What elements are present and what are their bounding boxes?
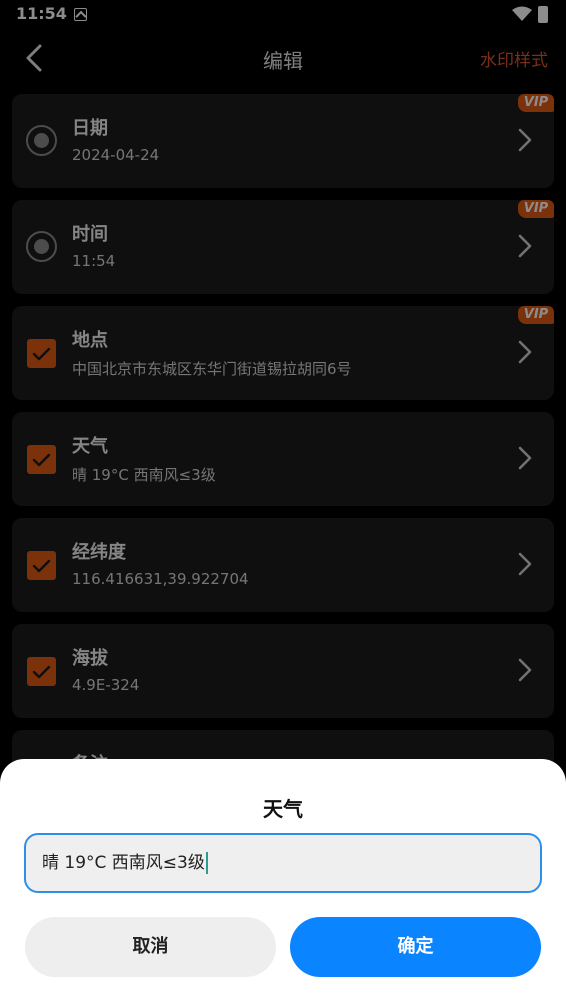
cancel-button[interactable]: 取消 — [25, 917, 276, 977]
input-value: 晴 19°C 西南风≤3级 — [42, 853, 205, 873]
text-caret — [205, 852, 208, 874]
dialog-title: 天气 — [263, 797, 303, 821]
confirm-button[interactable]: 确定 — [290, 917, 541, 977]
weather-input[interactable]: 晴 19°C 西南风≤3级 — [24, 833, 542, 893]
edit-dialog: 天气 晴 19°C 西南风≤3级 取消 确定 — [0, 759, 566, 1006]
